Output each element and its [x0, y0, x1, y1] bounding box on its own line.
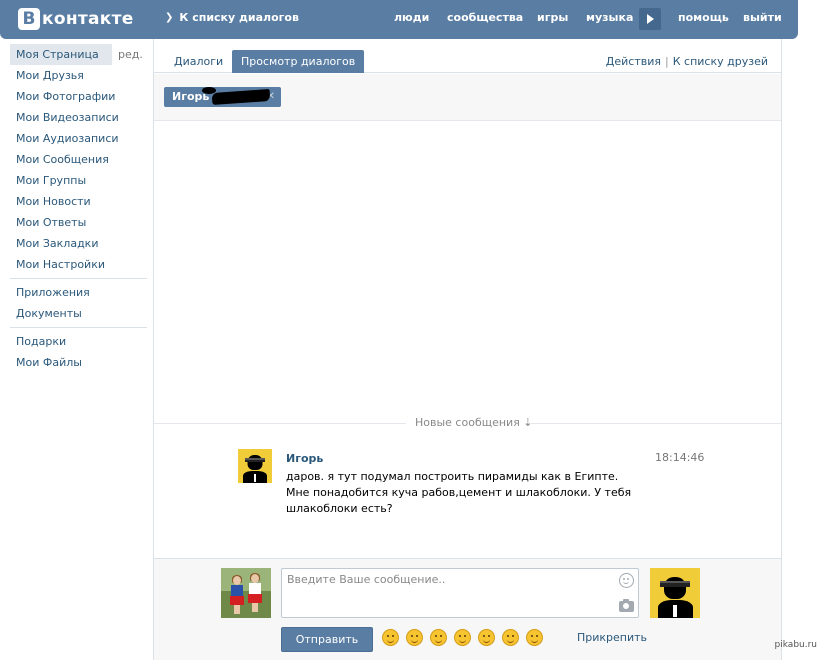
- message-history[interactable]: Новые сообщения ⇣ Игорь 18:14:46 даров. …: [154, 122, 781, 558]
- sidebar-item-news[interactable]: Мои Новости: [10, 191, 112, 212]
- photo-top: [249, 583, 261, 594]
- nav-music[interactable]: музыка: [586, 11, 633, 24]
- nav-games[interactable]: игры: [537, 11, 568, 24]
- photo-skirt: [248, 594, 262, 603]
- music-play-button[interactable]: [639, 8, 661, 30]
- play-icon: [647, 14, 654, 24]
- message-author[interactable]: Игорь: [286, 452, 323, 465]
- sunglasses-icon: [244, 457, 266, 462]
- photo-skirt: [230, 596, 244, 605]
- dialog-panel: Диалоги Просмотр диалогов Действия | К спи…: [153, 39, 782, 660]
- avatar-figure-tie: [253, 474, 257, 483]
- message-input-placeholder: Введите Ваше сообщение..: [287, 573, 446, 586]
- smile-icon[interactable]: [382, 629, 399, 646]
- divider-line: [531, 423, 781, 424]
- sunglasses-icon: [660, 581, 690, 587]
- message-input[interactable]: Введите Ваше сообщение..: [281, 568, 639, 618]
- divider-line: [154, 423, 406, 424]
- sidebar-item-messages[interactable]: Мои Сообщения: [10, 149, 112, 170]
- new-messages-label: Новые сообщения ⇣: [415, 416, 533, 429]
- sidebar-item-groups[interactable]: Мои Группы: [10, 170, 112, 191]
- back-to-dialogs-link[interactable]: ❯ К списку диалогов: [165, 11, 299, 24]
- photo-person: [230, 575, 244, 614]
- my-avatar[interactable]: [221, 568, 271, 618]
- photo-ground: [221, 590, 271, 618]
- tab-view-dialogs[interactable]: Просмотр диалогов: [232, 50, 365, 73]
- grin-icon[interactable]: [454, 629, 471, 646]
- watermark-text: pikabu.ru: [774, 640, 817, 650]
- sidebar-item-photos[interactable]: Мои Фотографии: [10, 86, 115, 107]
- camera-icon[interactable]: [619, 599, 634, 612]
- laugh-icon[interactable]: [526, 629, 543, 646]
- blush-icon[interactable]: [406, 629, 423, 646]
- sidebar-item-audio[interactable]: Мои Аудиозаписи: [10, 128, 119, 149]
- nav-logout[interactable]: выйти: [743, 11, 782, 24]
- to-friends-link[interactable]: К списку друзей: [673, 55, 768, 68]
- back-to-dialogs-label: К списку диалогов: [179, 11, 299, 24]
- nav-people[interactable]: люди: [394, 11, 429, 24]
- unsure-icon[interactable]: [430, 629, 447, 646]
- avatar-figure-tie: [673, 605, 677, 617]
- dialog-peer-bar: Игорь ✕: [154, 74, 781, 121]
- photo-person: [248, 573, 262, 614]
- tab-dialogs[interactable]: Диалоги: [165, 50, 232, 73]
- vk-logo-text: контакте: [42, 9, 134, 29]
- link-separator: |: [665, 55, 669, 68]
- actions-link[interactable]: Действия: [606, 55, 661, 68]
- sidebar-item-gifts[interactable]: Подарки: [10, 331, 112, 352]
- dialog-tabs: Диалоги Просмотр диалогов Действия | К спи…: [154, 39, 781, 73]
- wink-icon[interactable]: [478, 629, 495, 646]
- peer-avatar[interactable]: [650, 568, 700, 618]
- photo-face: [251, 574, 259, 583]
- sidebar-item-friends[interactable]: Мои Друзья: [10, 65, 112, 86]
- message-timestamp: 18:14:46: [655, 451, 705, 464]
- sidebar-divider: [10, 278, 147, 279]
- sidebar-item-answers[interactable]: Мои Ответы: [10, 212, 112, 233]
- sender-avatar[interactable]: [238, 449, 272, 483]
- nav-communities[interactable]: сообщества: [447, 11, 523, 24]
- message-composer: Введите Ваше сообщение.. Отправить Прикр…: [154, 558, 781, 660]
- sidebar-item-my-page[interactable]: Моя Страница: [10, 44, 112, 65]
- top-navigation-bar: В контакте ❯ К списку диалогов люди сооб…: [0, 0, 798, 39]
- send-button[interactable]: Отправить: [281, 627, 373, 652]
- photo-top: [231, 585, 243, 596]
- sidebar-item-settings[interactable]: Мои Настройки: [10, 254, 112, 275]
- new-messages-divider: Новые сообщения ⇣: [154, 416, 781, 430]
- sidebar-item-documents[interactable]: Документы: [10, 303, 112, 324]
- dialog-top-links: Действия | К списку друзей: [606, 55, 768, 68]
- photo-legs: [252, 603, 258, 612]
- sidebar-item-apps[interactable]: Приложения: [10, 282, 112, 303]
- emoji-shortcuts: [382, 629, 550, 646]
- sidebar-item-files[interactable]: Мои Файлы: [10, 352, 112, 373]
- sidebar-divider: [10, 327, 147, 328]
- smile-icon[interactable]: [619, 573, 634, 588]
- attach-link[interactable]: Прикрепить: [577, 631, 647, 644]
- photo-face: [233, 576, 241, 585]
- photo-background: [221, 568, 271, 591]
- sweat-icon[interactable]: [502, 629, 519, 646]
- photo-legs: [234, 605, 240, 614]
- vk-logo[interactable]: В контакте: [18, 8, 134, 30]
- vk-dialog-page: В контакте ❯ К списку диалогов люди сооб…: [0, 0, 817, 660]
- nav-help[interactable]: помощь: [678, 11, 729, 24]
- vk-logo-icon: В: [18, 8, 40, 30]
- sidebar-item-videos[interactable]: Мои Видеозаписи: [10, 107, 119, 128]
- sidebar-item-bookmarks[interactable]: Мои Закладки: [10, 233, 112, 254]
- message-text: даров. я тут подумал построить пирамиды …: [286, 470, 632, 515]
- sidebar-edit-link[interactable]: ред.: [118, 44, 143, 65]
- chevron-left-icon: ❯: [165, 12, 174, 23]
